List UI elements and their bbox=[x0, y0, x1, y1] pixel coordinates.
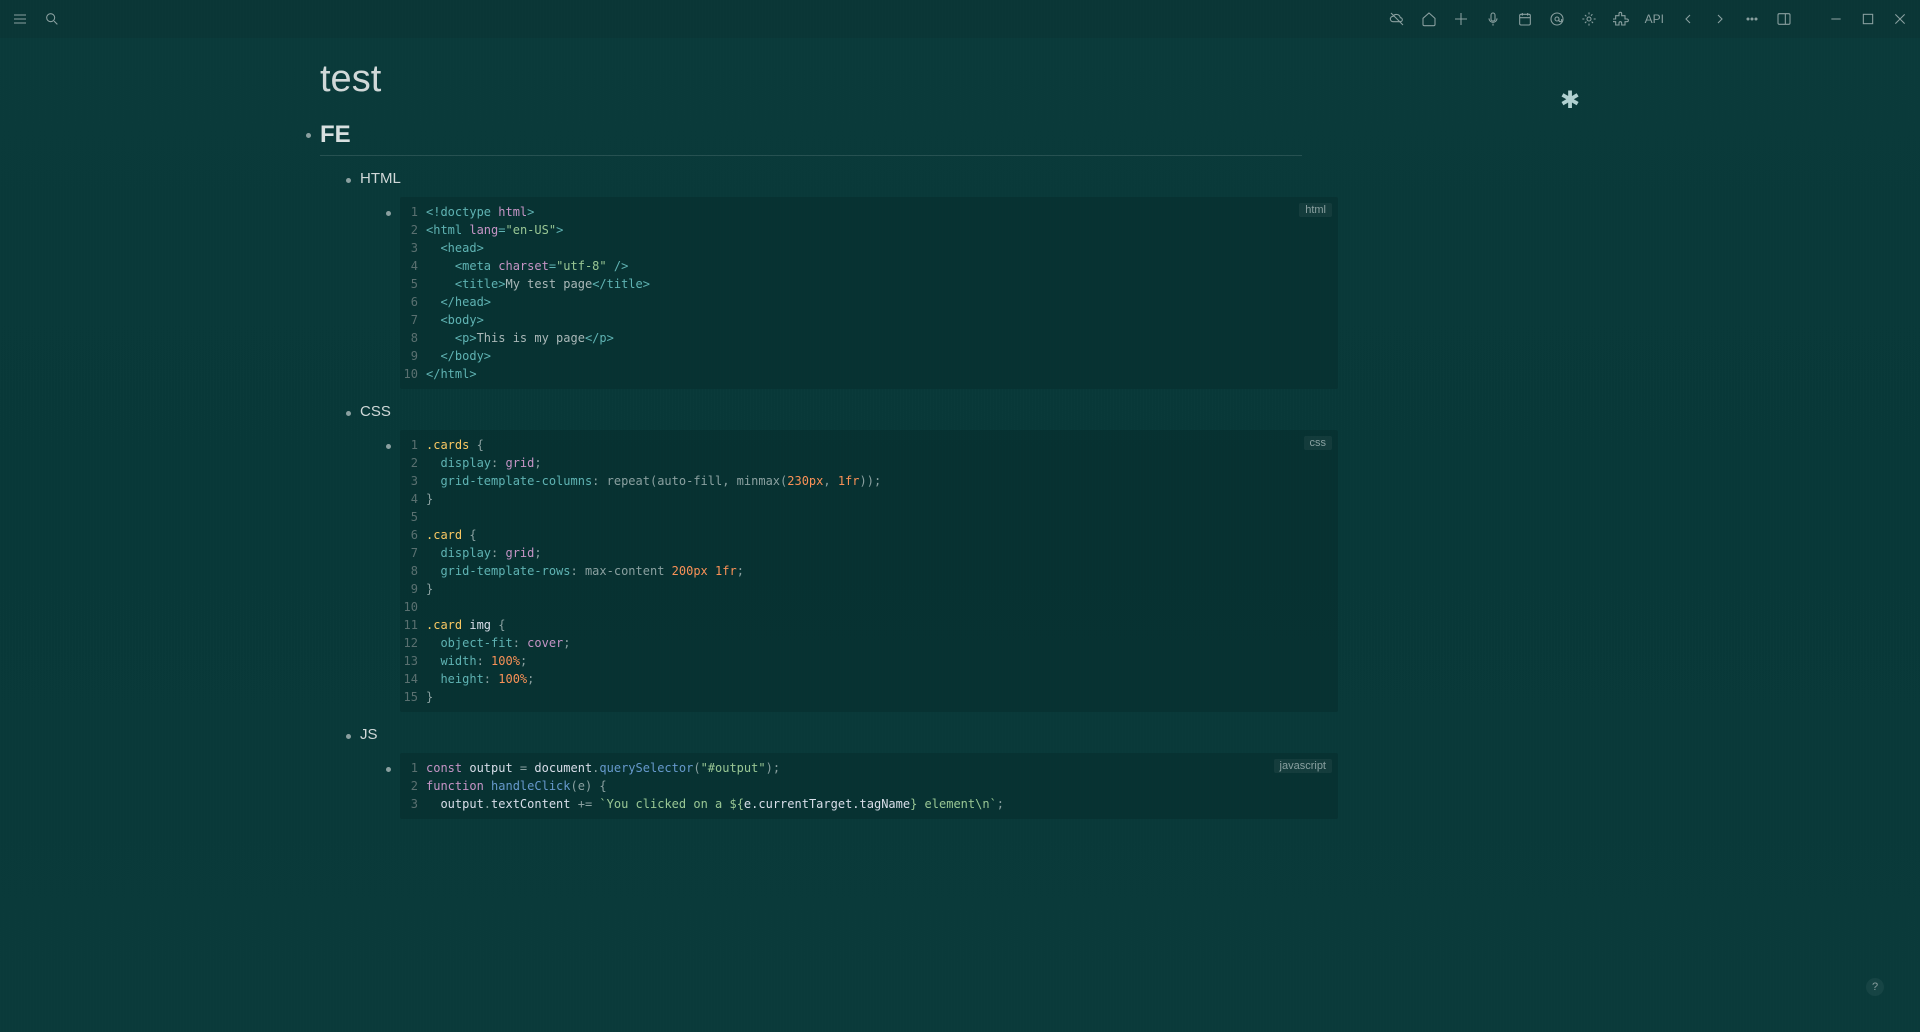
bullet-icon[interactable] bbox=[346, 734, 351, 739]
line-number: 2 bbox=[400, 777, 426, 795]
line-number: 9 bbox=[400, 580, 426, 598]
help-button[interactable]: ? bbox=[1866, 978, 1884, 996]
code-line[interactable]: 8 grid-template-rows: max-content 200px … bbox=[400, 562, 1338, 580]
code-line[interactable]: 2<html lang="en-US"> bbox=[400, 221, 1338, 239]
line-number: 10 bbox=[400, 365, 426, 383]
at-icon[interactable] bbox=[1545, 7, 1569, 31]
line-number: 4 bbox=[400, 257, 426, 275]
close-icon[interactable] bbox=[1888, 7, 1912, 31]
bullet-icon[interactable] bbox=[346, 178, 351, 183]
code-line[interactable]: 3 output.textContent += `You clicked on … bbox=[400, 795, 1338, 813]
code-block[interactable]: css1.cards {2 display: grid;3 grid-templ… bbox=[400, 430, 1338, 712]
code-lang-tag: javascript bbox=[1274, 759, 1332, 773]
code-line[interactable]: 9} bbox=[400, 580, 1338, 598]
code-line[interactable]: 8 <p>This is my page</p> bbox=[400, 329, 1338, 347]
line-number: 4 bbox=[400, 490, 426, 508]
line-number: 6 bbox=[400, 293, 426, 311]
line-number: 3 bbox=[400, 795, 426, 813]
section-heading[interactable]: HTML bbox=[360, 170, 1920, 187]
mic-icon[interactable] bbox=[1481, 7, 1505, 31]
content-area: test FE HTML html1<!doctype html>2<html l… bbox=[0, 38, 1920, 1032]
api-button[interactable]: API bbox=[1641, 12, 1668, 26]
line-number: 7 bbox=[400, 544, 426, 562]
section-heading[interactable]: CSS bbox=[360, 403, 1920, 420]
command-icon[interactable] bbox=[1449, 7, 1473, 31]
line-number: 5 bbox=[400, 508, 426, 526]
code-block[interactable]: javascript1const output = document.query… bbox=[400, 753, 1338, 819]
line-number: 3 bbox=[400, 239, 426, 257]
forward-icon[interactable] bbox=[1708, 7, 1732, 31]
section-heading[interactable]: JS bbox=[360, 726, 1920, 743]
line-number: 15 bbox=[400, 688, 426, 706]
code-line[interactable]: 6 </head> bbox=[400, 293, 1338, 311]
line-number: 10 bbox=[400, 598, 426, 616]
code-line[interactable]: 13 width: 100%; bbox=[400, 652, 1338, 670]
page-title[interactable]: test bbox=[250, 58, 1920, 101]
line-number: 1 bbox=[400, 436, 426, 454]
puzzle-icon[interactable] bbox=[1609, 7, 1633, 31]
cloud-off-icon[interactable] bbox=[1385, 7, 1409, 31]
gear-icon[interactable] bbox=[1577, 7, 1601, 31]
menu-icon[interactable] bbox=[8, 7, 32, 31]
line-number: 9 bbox=[400, 347, 426, 365]
code-block[interactable]: html1<!doctype html>2<html lang="en-US">… bbox=[400, 197, 1338, 389]
code-line[interactable]: 4 <meta charset="utf-8" /> bbox=[400, 257, 1338, 275]
maximize-icon[interactable] bbox=[1856, 7, 1880, 31]
code-line[interactable]: 1.cards { bbox=[400, 436, 1338, 454]
search-icon[interactable] bbox=[40, 7, 64, 31]
bullet-icon[interactable] bbox=[386, 767, 391, 772]
line-number: 12 bbox=[400, 634, 426, 652]
line-number: 2 bbox=[400, 454, 426, 472]
line-number: 1 bbox=[400, 203, 426, 221]
code-line[interactable]: 10</html> bbox=[400, 365, 1338, 383]
line-number: 7 bbox=[400, 311, 426, 329]
minimize-icon[interactable] bbox=[1824, 7, 1848, 31]
code-line[interactable]: 9 </body> bbox=[400, 347, 1338, 365]
calendar-icon[interactable] bbox=[1513, 7, 1537, 31]
more-icon[interactable] bbox=[1740, 7, 1764, 31]
panel-icon[interactable] bbox=[1772, 7, 1796, 31]
code-line[interactable]: 3 <head> bbox=[400, 239, 1338, 257]
bullet-icon[interactable] bbox=[346, 411, 351, 416]
line-number: 11 bbox=[400, 616, 426, 634]
code-line[interactable]: 6.card { bbox=[400, 526, 1338, 544]
code-line[interactable]: 2function handleClick(e) { bbox=[400, 777, 1338, 795]
code-lang-tag: css bbox=[1304, 436, 1333, 450]
home-icon[interactable] bbox=[1417, 7, 1441, 31]
code-line[interactable]: 12 object-fit: cover; bbox=[400, 634, 1338, 652]
code-line[interactable]: 7 display: grid; bbox=[400, 544, 1338, 562]
code-line[interactable]: 3 grid-template-columns: repeat(auto-fil… bbox=[400, 472, 1338, 490]
code-line[interactable]: 14 height: 100%; bbox=[400, 670, 1338, 688]
code-line[interactable]: 5 <title>My test page</title> bbox=[400, 275, 1338, 293]
code-line[interactable]: 7 <body> bbox=[400, 311, 1338, 329]
heading-fe[interactable]: FE bbox=[320, 121, 1920, 149]
line-number: 2 bbox=[400, 221, 426, 239]
line-number: 8 bbox=[400, 329, 426, 347]
line-number: 3 bbox=[400, 472, 426, 490]
code-line[interactable]: 4} bbox=[400, 490, 1338, 508]
code-line[interactable]: 11.card img { bbox=[400, 616, 1338, 634]
heading-divider bbox=[320, 155, 1302, 156]
line-number: 5 bbox=[400, 275, 426, 293]
line-number: 13 bbox=[400, 652, 426, 670]
bullet-icon[interactable] bbox=[306, 133, 311, 138]
back-icon[interactable] bbox=[1676, 7, 1700, 31]
code-line[interactable]: 5 bbox=[400, 508, 1338, 526]
code-line[interactable]: 1const output = document.querySelector("… bbox=[400, 759, 1338, 777]
code-line[interactable]: 1<!doctype html> bbox=[400, 203, 1338, 221]
bullet-icon[interactable] bbox=[386, 211, 391, 216]
line-number: 8 bbox=[400, 562, 426, 580]
bullet-icon[interactable] bbox=[386, 444, 391, 449]
titlebar: API bbox=[0, 0, 1920, 38]
line-number: 6 bbox=[400, 526, 426, 544]
code-line[interactable]: 2 display: grid; bbox=[400, 454, 1338, 472]
code-line[interactable]: 10 bbox=[400, 598, 1338, 616]
code-line[interactable]: 15} bbox=[400, 688, 1338, 706]
asterisk-icon: ✱ bbox=[1560, 86, 1580, 115]
line-number: 14 bbox=[400, 670, 426, 688]
code-lang-tag: html bbox=[1299, 203, 1332, 217]
line-number: 1 bbox=[400, 759, 426, 777]
